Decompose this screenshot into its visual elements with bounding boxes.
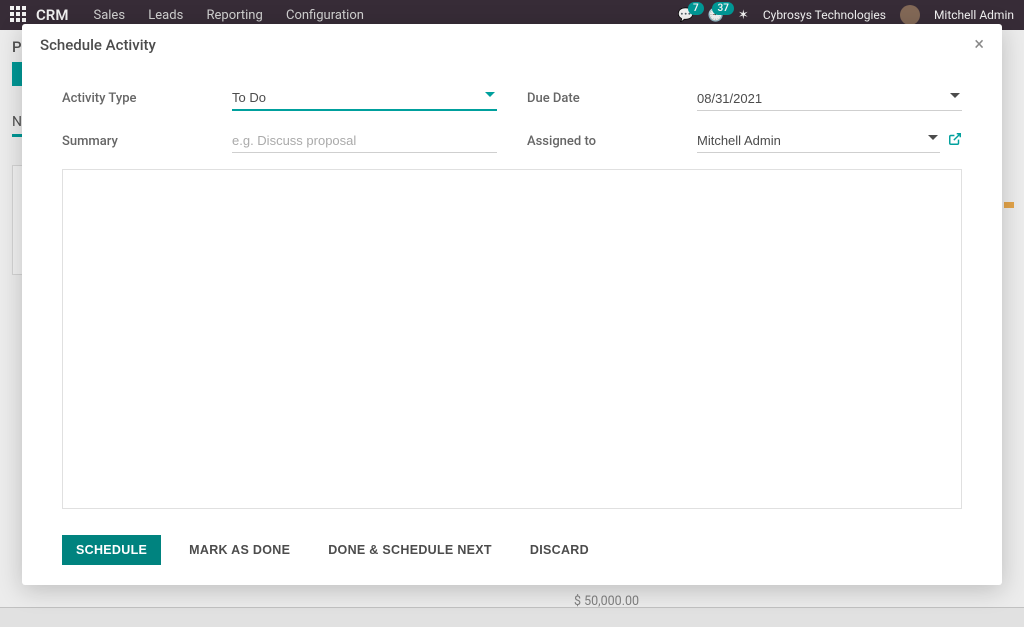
activity-type-field-wrap	[232, 86, 497, 111]
summary-input[interactable]	[232, 129, 497, 153]
done-schedule-next-button[interactable]: DONE & SCHEDULE NEXT	[318, 535, 502, 565]
label-summary: Summary	[62, 134, 202, 149]
activity-type-input[interactable]	[232, 86, 497, 111]
chevron-down-icon[interactable]	[928, 135, 938, 140]
due-date-input[interactable]	[697, 87, 962, 111]
label-assigned-to: Assigned to	[527, 134, 667, 149]
due-date-field-wrap	[697, 87, 962, 111]
mark-as-done-button[interactable]: MARK AS DONE	[179, 535, 300, 565]
modal-backdrop: Schedule Activity × Activity Type Due Da…	[0, 0, 1024, 627]
summary-field-wrap	[232, 129, 497, 153]
schedule-activity-modal: Schedule Activity × Activity Type Due Da…	[22, 24, 1002, 585]
modal-body: Activity Type Due Date Summary Assigned …	[22, 66, 1002, 521]
chevron-down-icon[interactable]	[950, 93, 960, 98]
modal-footer: SCHEDULE MARK AS DONE DONE & SCHEDULE NE…	[22, 521, 1002, 585]
modal-header: Schedule Activity ×	[22, 24, 1002, 66]
external-link-icon[interactable]	[948, 132, 962, 150]
close-icon[interactable]: ×	[974, 36, 984, 54]
assigned-to-field-wrap	[697, 129, 940, 153]
label-due-date: Due Date	[527, 91, 667, 106]
assigned-to-input[interactable]	[697, 129, 940, 153]
chevron-down-icon[interactable]	[485, 92, 495, 97]
discard-button[interactable]: DISCARD	[520, 535, 599, 565]
label-activity-type: Activity Type	[62, 91, 202, 106]
modal-title: Schedule Activity	[40, 36, 156, 54]
schedule-button[interactable]: SCHEDULE	[62, 535, 161, 565]
note-textarea[interactable]	[62, 169, 962, 509]
